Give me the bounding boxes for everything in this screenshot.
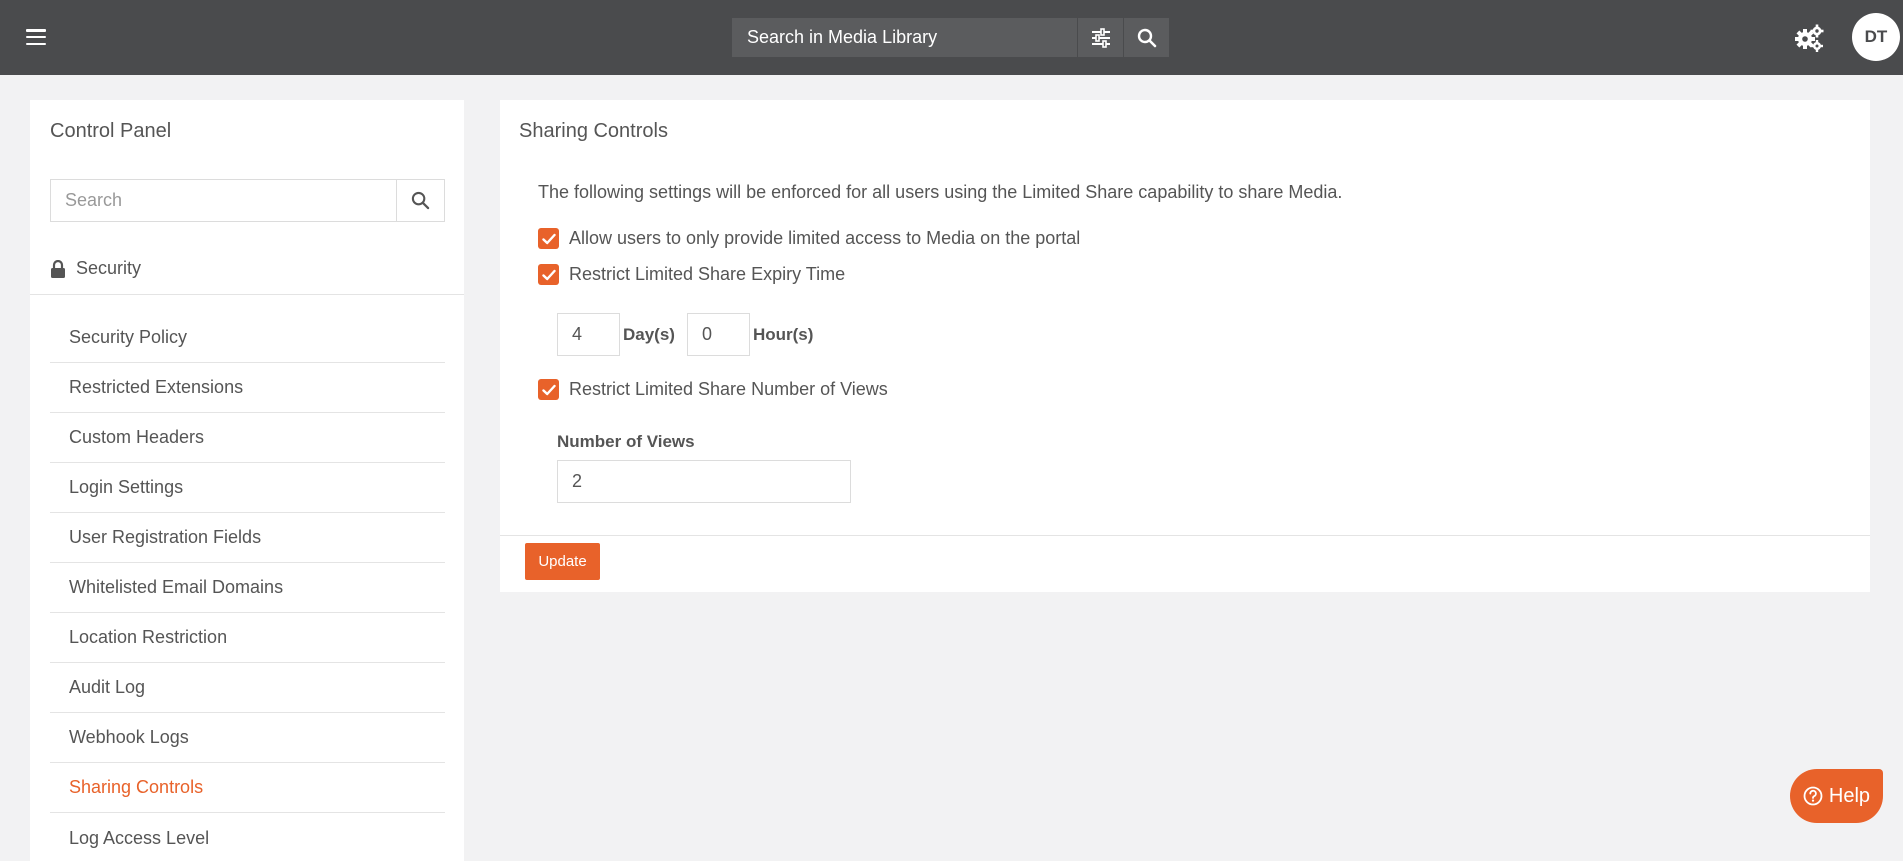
sidebar-search: [50, 179, 445, 222]
hours-input[interactable]: [686, 313, 750, 356]
sidebar-item-user-registration-fields[interactable]: User Registration Fields: [50, 513, 445, 563]
update-button[interactable]: Update: [525, 543, 600, 580]
sidebar-item-location-restriction[interactable]: Location Restriction: [50, 613, 445, 663]
sharing-controls-panel: Sharing Controls The following settings …: [500, 100, 1870, 592]
sidebar-item-login-settings[interactable]: Login Settings: [50, 463, 445, 513]
sidebar-item-webhook-logs[interactable]: Webhook Logs: [50, 713, 445, 763]
gears-icon[interactable]: [1793, 22, 1825, 54]
expiry-inputs: Day(s) Hour(s): [557, 313, 825, 356]
security-section-label: Security: [76, 258, 142, 278]
search-icon: [411, 191, 430, 210]
sidebar-item-security-policy[interactable]: Security Policy: [50, 313, 445, 363]
question-circle-icon: [1803, 786, 1823, 806]
sidebar-item-log-access-level[interactable]: Log Access Level: [50, 813, 445, 861]
option-number-of-views: Restrict Limited Share Number of Views: [538, 379, 888, 400]
option-limited-access: Allow users to only provide limited acce…: [538, 228, 1080, 249]
expiry-time-checkbox[interactable]: [538, 264, 559, 285]
option-expiry-time: Restrict Limited Share Expiry Time: [538, 264, 845, 285]
number-of-views-input[interactable]: [557, 460, 851, 503]
checkmark-icon: [541, 384, 556, 395]
lock-icon: [51, 259, 65, 278]
top-bar: DT: [0, 0, 1903, 75]
help-label: Help: [1828, 784, 1871, 807]
limited-access-label: Allow users to only provide limited acce…: [569, 228, 1081, 248]
sidebar-search-input[interactable]: [51, 180, 396, 221]
sidebar-item-custom-headers[interactable]: Custom Headers: [50, 413, 445, 463]
media-search-bar: [732, 18, 1169, 57]
search-button[interactable]: [1123, 18, 1169, 57]
sidebar-search-button[interactable]: [396, 180, 444, 221]
number-of-views-label: Number of Views: [557, 432, 695, 451]
sidebar-title: Control Panel: [50, 120, 172, 142]
hours-label: Hour(s): [752, 324, 814, 344]
filter-button[interactable]: [1077, 18, 1123, 57]
sidebar-nav-list: Security Policy Restricted Extensions Cu…: [50, 313, 445, 861]
security-section-header[interactable]: Security: [50, 258, 141, 279]
panel-divider: [500, 535, 1870, 536]
days-label: Day(s): [623, 324, 675, 344]
checkmark-icon: [541, 269, 556, 280]
days-input[interactable]: [557, 313, 620, 356]
settings-description: The following settings will be enforced …: [538, 182, 1343, 202]
sidebar-item-audit-log[interactable]: Audit Log: [50, 663, 445, 713]
help-button[interactable]: Help: [1790, 769, 1883, 823]
user-avatar[interactable]: DT: [1852, 13, 1900, 61]
checkmark-icon: [541, 233, 556, 244]
page-title: Sharing Controls: [519, 120, 668, 142]
search-icon: [1137, 28, 1156, 47]
sidebar-item-whitelisted-email-domains[interactable]: Whitelisted Email Domains: [50, 563, 445, 613]
media-search-input[interactable]: [732, 18, 1077, 57]
number-of-views-option-label: Restrict Limited Share Number of Views: [569, 379, 888, 399]
control-panel-sidebar: Control Panel Security Security Policy R…: [30, 100, 464, 861]
sliders-icon: [1091, 27, 1110, 48]
number-of-views-checkbox[interactable]: [538, 379, 559, 400]
section-divider: [30, 294, 464, 295]
sidebar-item-restricted-extensions[interactable]: Restricted Extensions: [50, 363, 445, 413]
expiry-time-label: Restrict Limited Share Expiry Time: [569, 264, 846, 284]
limited-access-checkbox[interactable]: [538, 228, 559, 249]
hamburger-icon[interactable]: [22, 26, 50, 48]
sidebar-item-sharing-controls[interactable]: Sharing Controls: [50, 763, 445, 813]
